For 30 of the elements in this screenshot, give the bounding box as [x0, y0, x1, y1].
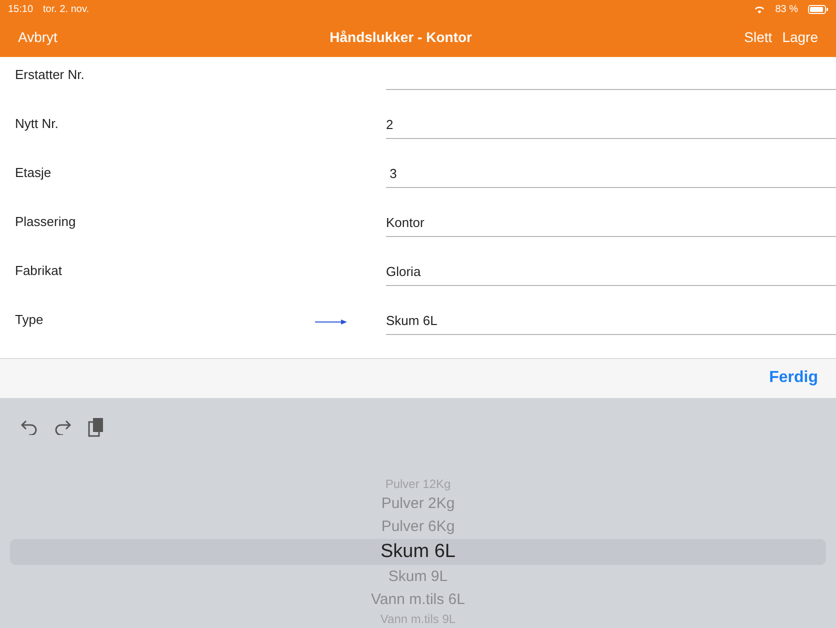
wifi-icon: [754, 4, 766, 14]
nav-title: Håndslukker - Kontor: [328, 29, 473, 46]
field-label: Etasje: [14, 164, 52, 182]
field-label: Nytt Nr.: [14, 116, 60, 133]
field-label: Fabrikat: [14, 262, 63, 280]
picker-option[interactable]: Vann m.tils 6L: [10, 589, 826, 611]
undo-icon[interactable]: [20, 419, 38, 435]
status-time: 15:10: [8, 4, 34, 14]
redo-icon[interactable]: [54, 419, 72, 435]
text-input-field[interactable]: Kontor: [386, 204, 836, 237]
nav-action-link[interactable]: Slett: [744, 29, 772, 46]
picker-option[interactable]: Pulver 6Kg: [10, 515, 826, 539]
battery-icon: [808, 4, 828, 14]
clipboard-icon[interactable]: [88, 417, 104, 437]
cancel-link[interactable]: Avbryt: [18, 29, 58, 46]
text-input-field[interactable]: 2: [386, 106, 836, 139]
arrow-icon: [315, 318, 347, 325]
field-label: Type: [14, 312, 44, 329]
field-label: Plassering: [14, 214, 77, 231]
field-label: Erstatter Nr.: [14, 66, 86, 84]
done-button[interactable]: Ferdig: [769, 369, 818, 388]
picker-option[interactable]: Pulver 2Kg: [10, 493, 826, 515]
nav-action-link[interactable]: Lagre: [782, 29, 818, 46]
status-date: tor. 2. nov.: [43, 4, 89, 14]
text-input-field[interactable]: Skum 6L: [386, 302, 836, 335]
text-input-field[interactable]: 3: [386, 156, 836, 188]
picker-option[interactable]: Skum 9L: [10, 565, 826, 589]
picker-option[interactable]: Skum 6L: [10, 539, 826, 565]
battery-percent: 83 %: [775, 4, 798, 14]
text-input-field[interactable]: Gloria: [386, 254, 836, 286]
